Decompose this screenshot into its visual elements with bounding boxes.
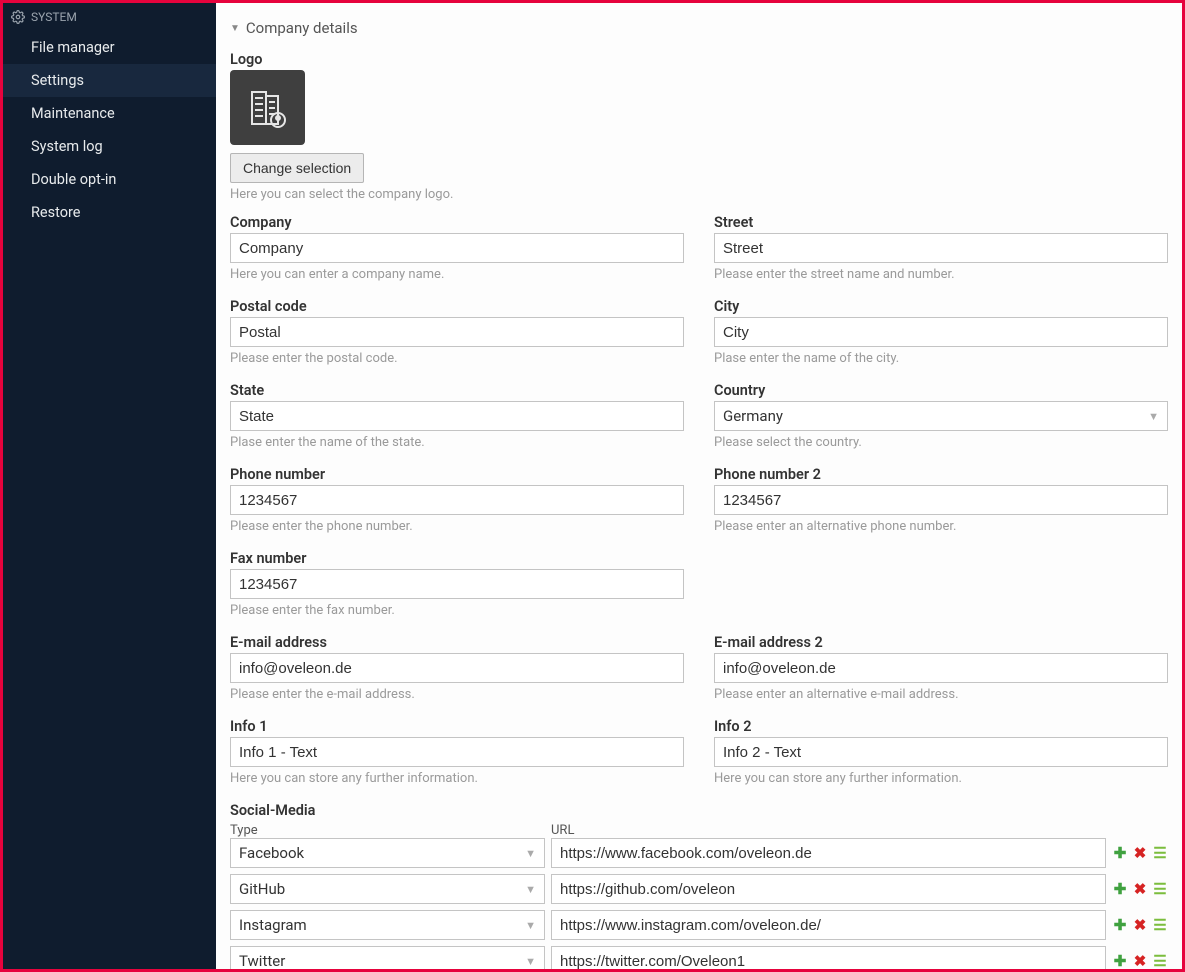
drag-handle-icon[interactable]: ☰ bbox=[1152, 917, 1168, 933]
social-url-input[interactable] bbox=[551, 910, 1106, 940]
sidebar-item-system-log[interactable]: System log bbox=[3, 130, 216, 163]
social-type-select[interactable]: GitHub▼ bbox=[230, 874, 545, 904]
gear-icon bbox=[11, 10, 25, 24]
add-row-icon[interactable]: ✚ bbox=[1112, 917, 1128, 933]
chevron-down-icon: ▼ bbox=[525, 847, 536, 860]
email2-label: E-mail address 2 bbox=[714, 634, 1168, 651]
social-label: Social-Media bbox=[230, 802, 1168, 819]
info1-label: Info 1 bbox=[230, 718, 684, 735]
phone2-help: Please enter an alternative phone number… bbox=[714, 519, 1168, 534]
add-row-icon[interactable]: ✚ bbox=[1112, 845, 1128, 861]
main-panel: ▼ Company details Logo Change selection … bbox=[216, 3, 1182, 969]
company-help: Here you can enter a company name. bbox=[230, 267, 684, 282]
social-type-select[interactable]: Facebook▼ bbox=[230, 838, 545, 868]
sidebar-item-maintenance[interactable]: Maintenance bbox=[3, 97, 216, 130]
fax-label: Fax number bbox=[230, 550, 684, 567]
sidebar-item-restore[interactable]: Restore bbox=[3, 196, 216, 229]
country-label: Country bbox=[714, 382, 1168, 399]
social-url-input[interactable] bbox=[551, 874, 1106, 904]
logo-label: Logo bbox=[230, 51, 1168, 68]
delete-row-icon[interactable]: ✖ bbox=[1132, 845, 1148, 861]
state-input[interactable] bbox=[230, 401, 684, 431]
street-label: Street bbox=[714, 214, 1168, 231]
change-selection-button[interactable]: Change selection bbox=[230, 153, 364, 183]
social-type-select[interactable]: Instagram▼ bbox=[230, 910, 545, 940]
info1-help: Here you can store any further informati… bbox=[230, 771, 684, 786]
social-col-type: Type bbox=[230, 823, 545, 838]
add-row-icon[interactable]: ✚ bbox=[1112, 953, 1128, 969]
info2-help: Here you can store any further informati… bbox=[714, 771, 1168, 786]
social-col-url: URL bbox=[551, 823, 1168, 838]
fax-input[interactable] bbox=[230, 569, 684, 599]
social-type-select[interactable]: Twitter▼ bbox=[230, 946, 545, 969]
chevron-down-icon: ▼ bbox=[525, 955, 536, 968]
phone2-label: Phone number 2 bbox=[714, 466, 1168, 483]
sidebar: SYSTEM File manager Settings Maintenance… bbox=[3, 3, 216, 969]
phone-help: Please enter the phone number. bbox=[230, 519, 684, 534]
city-label: City bbox=[714, 298, 1168, 315]
section-title: Company details bbox=[246, 19, 358, 37]
phone-input[interactable] bbox=[230, 485, 684, 515]
delete-row-icon[interactable]: ✖ bbox=[1132, 917, 1148, 933]
email2-help: Please enter an alternative e-mail addre… bbox=[714, 687, 1168, 702]
company-logo-preview bbox=[230, 70, 305, 145]
email-input[interactable] bbox=[230, 653, 684, 683]
chevron-down-icon: ▼ bbox=[525, 883, 536, 896]
state-help: Plase enter the name of the state. bbox=[230, 435, 684, 450]
building-icon bbox=[244, 84, 292, 132]
social-row: GitHub▼ ✚ ✖ ☰ bbox=[230, 874, 1168, 904]
sidebar-item-double-opt-in[interactable]: Double opt-in bbox=[3, 163, 216, 196]
social-url-input[interactable] bbox=[551, 946, 1106, 969]
street-input[interactable] bbox=[714, 233, 1168, 263]
sidebar-item-file-manager[interactable]: File manager bbox=[3, 31, 216, 64]
street-help: Please enter the street name and number. bbox=[714, 267, 1168, 282]
postal-label: Postal code bbox=[230, 298, 684, 315]
section-toggle[interactable]: ▼ Company details bbox=[230, 13, 1168, 51]
city-input[interactable] bbox=[714, 317, 1168, 347]
company-input[interactable] bbox=[230, 233, 684, 263]
social-url-input[interactable] bbox=[551, 838, 1106, 868]
email-label: E-mail address bbox=[230, 634, 684, 651]
chevron-down-icon: ▼ bbox=[230, 23, 240, 34]
add-row-icon[interactable]: ✚ bbox=[1112, 881, 1128, 897]
drag-handle-icon[interactable]: ☰ bbox=[1152, 953, 1168, 969]
chevron-down-icon: ▼ bbox=[1148, 410, 1159, 423]
social-row: Facebook▼ ✚ ✖ ☰ bbox=[230, 838, 1168, 868]
drag-handle-icon[interactable]: ☰ bbox=[1152, 881, 1168, 897]
phone-label: Phone number bbox=[230, 466, 684, 483]
social-row: Instagram▼ ✚ ✖ ☰ bbox=[230, 910, 1168, 940]
country-value: Germany bbox=[723, 407, 783, 425]
phone2-input[interactable] bbox=[714, 485, 1168, 515]
country-help: Please select the country. bbox=[714, 435, 1168, 450]
state-label: State bbox=[230, 382, 684, 399]
email2-input[interactable] bbox=[714, 653, 1168, 683]
chevron-down-icon: ▼ bbox=[525, 919, 536, 932]
info1-input[interactable] bbox=[230, 737, 684, 767]
info2-label: Info 2 bbox=[714, 718, 1168, 735]
sidebar-header: SYSTEM bbox=[3, 3, 216, 31]
fax-help: Please enter the fax number. bbox=[230, 603, 684, 618]
delete-row-icon[interactable]: ✖ bbox=[1132, 953, 1148, 969]
info2-input[interactable] bbox=[714, 737, 1168, 767]
drag-handle-icon[interactable]: ☰ bbox=[1152, 845, 1168, 861]
delete-row-icon[interactable]: ✖ bbox=[1132, 881, 1148, 897]
postal-input[interactable] bbox=[230, 317, 684, 347]
sidebar-item-settings[interactable]: Settings bbox=[3, 64, 216, 97]
sidebar-title: SYSTEM bbox=[31, 10, 77, 24]
social-row: Twitter▼ ✚ ✖ ☰ bbox=[230, 946, 1168, 969]
email-help: Please enter the e-mail address. bbox=[230, 687, 684, 702]
country-select[interactable]: Germany ▼ bbox=[714, 401, 1168, 431]
city-help: Plase enter the name of the city. bbox=[714, 351, 1168, 366]
postal-help: Please enter the postal code. bbox=[230, 351, 684, 366]
logo-help: Here you can select the company logo. bbox=[230, 187, 1168, 202]
company-label: Company bbox=[230, 214, 684, 231]
